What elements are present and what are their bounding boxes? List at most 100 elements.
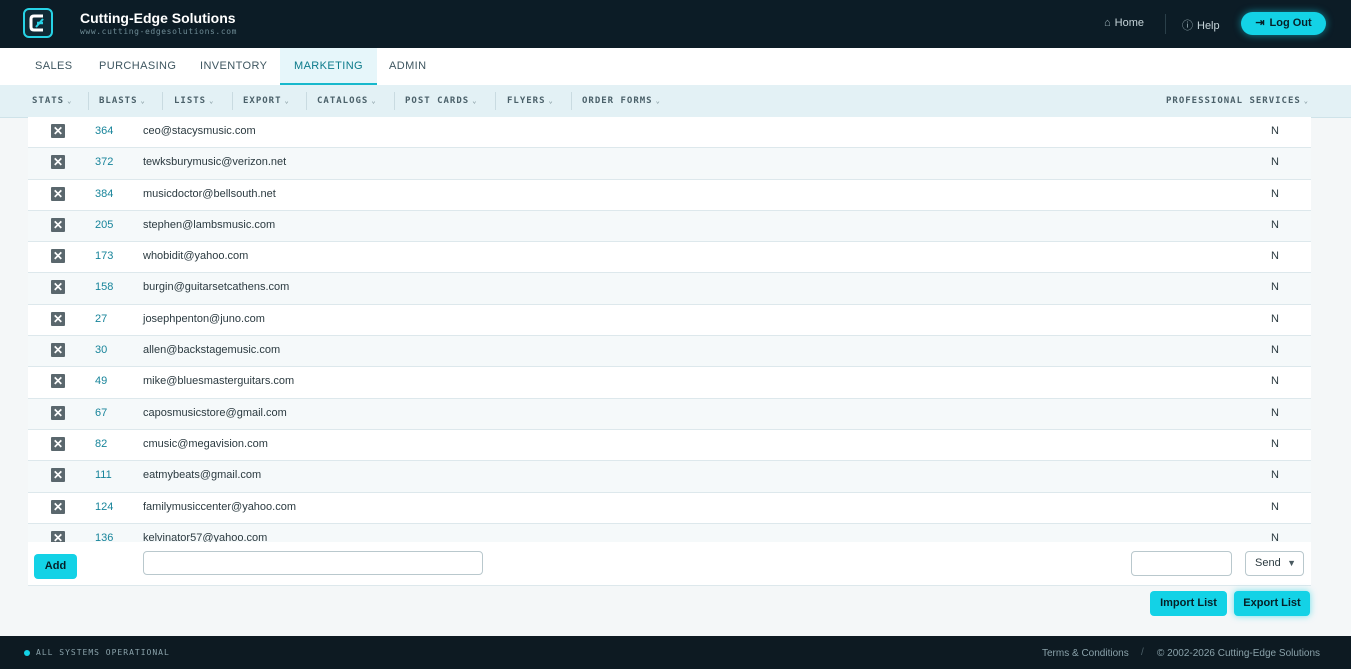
row-id[interactable]: 67: [95, 407, 107, 419]
import-list-button[interactable]: Import List: [1150, 591, 1227, 616]
row-id[interactable]: 372: [95, 156, 113, 168]
row-flag: N: [1271, 500, 1279, 513]
email-input[interactable]: [143, 551, 483, 575]
row-id[interactable]: 82: [95, 438, 107, 450]
add-button[interactable]: Add: [34, 554, 77, 579]
table-row: ✕ 82 cmusic@megavision.com N: [28, 429, 1311, 462]
row-flag: N: [1271, 250, 1279, 263]
row-email: josephpenton@juno.com: [143, 312, 265, 325]
subnav-divider: [232, 92, 233, 110]
export-list-button[interactable]: Export List: [1234, 591, 1310, 616]
delete-icon[interactable]: ✕: [51, 217, 65, 232]
brand-url: www.cutting-edgesolutions.com: [80, 27, 238, 36]
help-link[interactable]: ⓘ Help: [1182, 17, 1220, 33]
tab-purchasing[interactable]: PURCHASING: [99, 48, 176, 85]
delete-icon[interactable]: ✕: [51, 280, 65, 295]
subnav-export[interactable]: EXPORT ⌄: [243, 85, 290, 117]
delete-icon[interactable]: ✕: [51, 436, 65, 451]
subnav-order-forms-label: ORDER FORMS: [582, 96, 653, 106]
delete-icon[interactable]: ✕: [51, 124, 65, 138]
home-link[interactable]: ⌂ Home: [1104, 17, 1144, 29]
company-logo[interactable]: [23, 8, 53, 38]
row-id[interactable]: 364: [95, 125, 113, 137]
row-id[interactable]: 158: [95, 281, 113, 293]
row-flag: N: [1271, 312, 1279, 325]
row-flag: N: [1271, 187, 1279, 200]
tab-admin[interactable]: ADMIN: [389, 48, 426, 85]
delete-icon[interactable]: ✕: [51, 374, 65, 389]
row-email: caposmusicstore@gmail.com: [143, 406, 287, 419]
main-nav: SALES PURCHASING INVENTORY MARKETING ADM…: [0, 48, 1351, 86]
subnav-lists[interactable]: LISTS ⌄: [174, 85, 214, 117]
row-email: eatmybeats@gmail.com: [143, 469, 262, 482]
subnav-divider: [495, 92, 496, 110]
table-row: ✕ 158 burgin@guitarsetcathens.com N: [28, 273, 1311, 305]
row-id[interactable]: 124: [95, 501, 113, 513]
delete-icon[interactable]: ✕: [51, 499, 65, 514]
add-row: Add Send ▼: [28, 542, 1311, 586]
row-id[interactable]: 205: [95, 219, 113, 231]
tab-sales[interactable]: SALES: [35, 48, 72, 85]
row-id[interactable]: 30: [95, 344, 107, 356]
row-flag: N: [1271, 281, 1279, 294]
delete-icon[interactable]: ✕: [51, 155, 65, 170]
chevron-down-icon: ⌄: [140, 97, 146, 105]
subnav-post-cards-label: POST CARDS: [405, 96, 470, 106]
row-email: whobidit@yahoo.com: [143, 250, 249, 263]
subnav-divider: [306, 92, 307, 110]
subnav-blasts[interactable]: BLASTS ⌄: [99, 85, 146, 117]
sub-nav: STATS ⌄ BLASTS ⌄ LISTS ⌄ EXPORT ⌄ CATALOGS ⌄ …: [0, 85, 1351, 118]
table-row: ✕ 30 allen@backstagemusic.com N: [28, 336, 1311, 368]
subnav-order-forms[interactable]: ORDER FORMS ⌄: [582, 85, 661, 117]
subnav-stats[interactable]: STATS ⌄: [32, 85, 72, 117]
delete-icon[interactable]: ✕: [51, 468, 65, 483]
tab-inventory[interactable]: INVENTORY: [200, 48, 267, 85]
subnav-divider: [88, 92, 89, 110]
status-indicator-icon: [24, 650, 30, 656]
tab-marketing[interactable]: MARKETING: [280, 48, 377, 85]
dropdown-arrow-icon: ▼: [1287, 558, 1296, 568]
subnav-post-cards[interactable]: POST CARDS ⌄: [405, 85, 477, 117]
chevron-down-icon: ⌄: [284, 97, 290, 105]
table-row: ✕ 173 whobidit@yahoo.com N: [28, 242, 1311, 274]
delete-icon[interactable]: ✕: [51, 311, 65, 326]
logout-button[interactable]: ⇥ Log Out: [1241, 12, 1326, 35]
subnav-catalogs[interactable]: CATALOGS ⌄: [317, 85, 377, 117]
logout-icon: ⇥: [1255, 17, 1265, 29]
row-flag: N: [1271, 344, 1279, 357]
subnav-divider: [394, 92, 395, 110]
chevron-down-icon: ⌄: [655, 97, 661, 105]
subnav-export-label: EXPORT: [243, 96, 282, 106]
delete-icon[interactable]: ✕: [51, 343, 65, 358]
subnav-stats-label: STATS: [32, 96, 65, 106]
table-row: ✕ 372 tewksburymusic@verizon.net N: [28, 148, 1311, 180]
row-id[interactable]: 173: [95, 250, 113, 262]
copyright-text: © 2002-2026 Cutting-Edge Solutions: [1157, 648, 1321, 659]
help-label: Help: [1197, 20, 1220, 32]
send-select[interactable]: Send ▼: [1245, 551, 1304, 576]
send-value-input[interactable]: [1131, 551, 1232, 576]
row-email: ceo@stacysmusic.com: [143, 125, 256, 137]
header-divider: [1165, 14, 1166, 34]
row-email: musicdoctor@bellsouth.net: [143, 187, 276, 200]
subnav-professional-services-label: PROFESSIONAL SERVICES: [1166, 96, 1301, 106]
chevron-down-icon: ⌄: [67, 97, 73, 105]
delete-icon[interactable]: ✕: [51, 405, 65, 420]
table-row: ✕ 111 eatmybeats@gmail.com N: [28, 461, 1311, 493]
row-id[interactable]: 27: [95, 313, 107, 325]
delete-icon[interactable]: ✕: [51, 186, 65, 201]
table-row: ✕ 49 mike@bluesmasterguitars.com N: [28, 367, 1311, 399]
terms-link[interactable]: Terms & Conditions: [1042, 648, 1129, 659]
row-email: stephen@lambsmusic.com: [143, 218, 276, 231]
subnav-professional-services[interactable]: PROFESSIONAL SERVICES ⌄: [1166, 85, 1309, 117]
logout-label: Log Out: [1269, 17, 1312, 29]
subnav-flyers[interactable]: FLYERS ⌄: [507, 85, 554, 117]
table-row: ✕ 67 caposmusicstore@gmail.com N: [28, 398, 1311, 430]
chevron-down-icon: ⌄: [371, 97, 377, 105]
row-id[interactable]: 111: [95, 469, 112, 481]
row-id[interactable]: 49: [95, 375, 107, 387]
row-email: allen@backstagemusic.com: [143, 344, 281, 357]
row-id[interactable]: 384: [95, 188, 113, 200]
row-flag: N: [1271, 406, 1279, 419]
delete-icon[interactable]: ✕: [51, 249, 65, 264]
